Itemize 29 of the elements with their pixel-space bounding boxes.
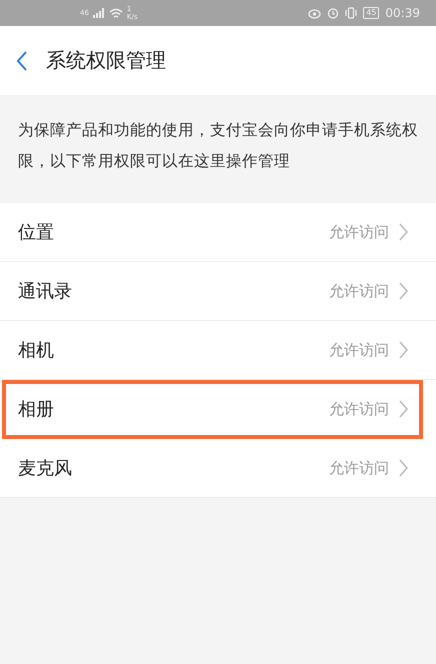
- permission-status: 允许访问: [329, 282, 389, 300]
- permission-status: 允许访问: [329, 222, 389, 242]
- chevron-icon: [399, 459, 408, 477]
- permission-row[interactable]: 通讯录 允许访问: [0, 262, 436, 321]
- permission-name: 麦克风: [18, 457, 72, 480]
- permission-row[interactable]: 相机 允许访问: [0, 321, 436, 380]
- permission-row[interactable]: 位置 允许访问: [0, 203, 436, 262]
- eye-icon: [308, 8, 322, 18]
- chevron-icon: [399, 341, 408, 359]
- wifi-icon: [108, 8, 123, 18]
- chevron-icon: [399, 400, 408, 418]
- back-icon[interactable]: [16, 50, 28, 72]
- permission-name: 通讯录: [18, 280, 72, 303]
- clock-time: 00:39: [385, 6, 420, 20]
- chevron-icon: [399, 223, 408, 241]
- permission-name: 位置: [18, 221, 54, 244]
- permission-row[interactable]: 相册 允许访问: [2, 380, 423, 439]
- permission-status: 允许访问: [329, 458, 389, 478]
- permission-name: 相册: [18, 398, 54, 421]
- signal-icon: [92, 8, 105, 18]
- permission-row[interactable]: 麦克风 允许访问: [0, 439, 436, 498]
- chevron-icon: [399, 282, 408, 300]
- vibrate-icon: [345, 7, 358, 19]
- battery-level: 45: [363, 7, 380, 19]
- permission-status: 允许访问: [329, 340, 389, 360]
- alarm-icon: [327, 7, 340, 19]
- permission-name: 相机: [18, 339, 54, 362]
- permission-status: 允许访问: [329, 400, 389, 418]
- page-title: 系统权限管理: [46, 47, 166, 74]
